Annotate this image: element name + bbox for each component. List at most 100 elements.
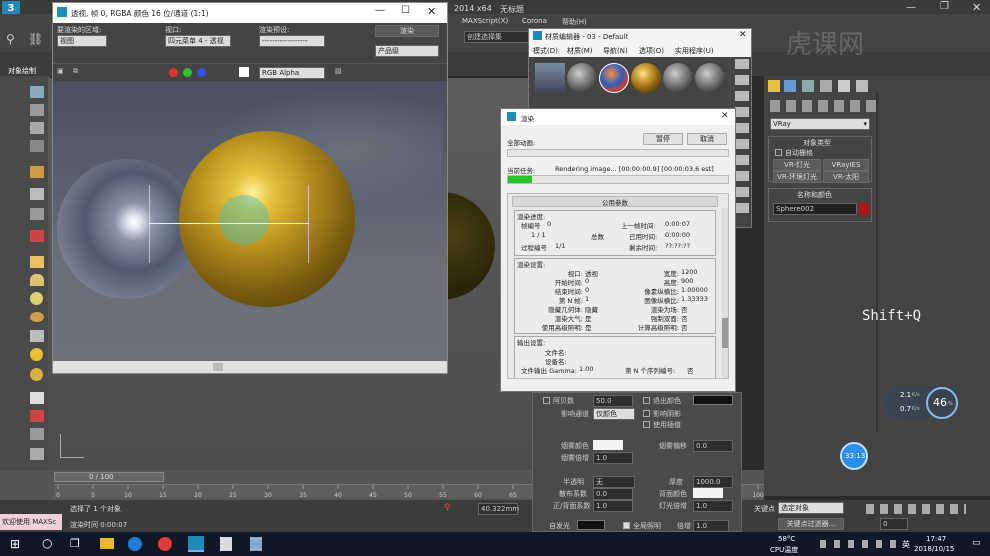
app-taskbar-icon-2[interactable] bbox=[220, 537, 232, 551]
lock-icon[interactable]: ⚲ bbox=[444, 503, 451, 513]
sun-icon[interactable] bbox=[30, 348, 43, 361]
rf-close-icon[interactable]: ✕ bbox=[427, 5, 436, 18]
bg-swatch[interactable] bbox=[239, 67, 249, 77]
params-scroll-thumb[interactable] bbox=[722, 318, 728, 348]
notification-icon[interactable]: ▭ bbox=[972, 538, 981, 548]
tool-icon-2[interactable] bbox=[30, 104, 44, 116]
reflect-checkbox[interactable] bbox=[543, 397, 550, 404]
blue-channel-icon[interactable] bbox=[197, 68, 206, 77]
region-frame[interactable] bbox=[149, 185, 309, 263]
create-tab-icon[interactable] bbox=[768, 80, 780, 92]
hierarchy-tab-icon[interactable] bbox=[802, 80, 814, 92]
params-scrollbar[interactable] bbox=[722, 208, 728, 378]
render-area-dropdown[interactable]: 视图 bbox=[57, 35, 107, 47]
modify-tab-icon[interactable] bbox=[784, 80, 796, 92]
common-params-header[interactable]: 公用参数 bbox=[512, 196, 718, 207]
minimize-icon[interactable]: — bbox=[906, 2, 916, 13]
fog-mult-field[interactable]: 1.0 bbox=[593, 452, 633, 464]
checker-icon[interactable] bbox=[30, 392, 44, 404]
utility-tab-icon[interactable] bbox=[856, 80, 868, 92]
link-icon[interactable]: ⚲ bbox=[6, 32, 15, 46]
3dsmax-taskbar-icon[interactable] bbox=[188, 536, 204, 552]
save-image-icon[interactable]: ▣ bbox=[57, 67, 64, 75]
close-icon[interactable]: ✕ bbox=[972, 1, 981, 14]
current-frame-field[interactable]: 0 bbox=[880, 518, 908, 530]
tray-icons[interactable] bbox=[820, 540, 900, 548]
rf-maximize-icon[interactable]: ☐ bbox=[401, 5, 410, 16]
me-menu-utilities[interactable]: 实用程序(U) bbox=[675, 46, 714, 56]
fb-coef-field[interactable]: 1.0 bbox=[593, 500, 633, 512]
green-channel-icon[interactable] bbox=[183, 68, 192, 77]
me-close-icon[interactable]: ✕ bbox=[739, 30, 747, 40]
cone-icon[interactable] bbox=[30, 274, 44, 286]
exit-color-checkbox[interactable] bbox=[643, 397, 650, 404]
search-icon[interactable]: ○ bbox=[42, 536, 52, 550]
tab-paint[interactable]: 对象绘制 bbox=[8, 66, 36, 76]
gi-checkbox[interactable] bbox=[623, 522, 630, 529]
vr-sun-button[interactable]: VR-太阳 bbox=[823, 171, 869, 183]
app-taskbar-icon-3[interactable] bbox=[250, 537, 262, 551]
fog-bias-field[interactable]: 0.0 bbox=[693, 440, 733, 452]
teapot-icon[interactable] bbox=[30, 448, 44, 460]
viewport-dropdown[interactable]: 四元菜单 4 - 透视 bbox=[165, 35, 231, 47]
auto-grid-checkbox[interactable] bbox=[775, 149, 782, 156]
tool-icon-4[interactable] bbox=[30, 140, 44, 152]
render-button[interactable]: 渲染 bbox=[375, 25, 439, 37]
clock-time[interactable]: 17:47 bbox=[926, 535, 946, 543]
clock-date[interactable]: 2018/10/15 bbox=[914, 545, 954, 553]
key-filter-button[interactable]: 关键点过滤器... bbox=[778, 518, 844, 530]
channel-dropdown[interactable]: RGB Alpha bbox=[259, 67, 325, 79]
restore-icon[interactable]: ❐ bbox=[940, 1, 949, 12]
preset-dropdown[interactable]: ------------------ bbox=[259, 35, 325, 47]
file-explorer-icon[interactable] bbox=[100, 538, 114, 549]
geosphere-icon[interactable] bbox=[30, 368, 43, 381]
material-slot-2[interactable] bbox=[567, 63, 597, 93]
sphere-icon[interactable] bbox=[30, 292, 43, 305]
me-menu-navigation[interactable]: 导航(N) bbox=[603, 46, 628, 56]
tool-icon-1[interactable] bbox=[30, 86, 44, 98]
object-color-swatch[interactable] bbox=[859, 203, 869, 215]
red-channel-icon[interactable] bbox=[169, 68, 178, 77]
light-mult-field[interactable]: 1.0 bbox=[693, 500, 733, 512]
back-color-swatch[interactable] bbox=[693, 488, 723, 498]
box-icon[interactable] bbox=[30, 256, 44, 268]
right-scroll-strip[interactable] bbox=[876, 92, 878, 432]
dumbbell-icon[interactable] bbox=[30, 410, 44, 422]
material-slot-1[interactable] bbox=[535, 63, 565, 93]
key-mode-dropdown[interactable]: 选定对象 bbox=[778, 502, 844, 514]
fog-color-swatch[interactable] bbox=[593, 440, 623, 450]
me-side-icons[interactable] bbox=[735, 59, 749, 219]
time-slider[interactable]: 0 / 100 bbox=[54, 472, 164, 482]
translucency-dropdown[interactable]: 无 bbox=[593, 476, 635, 488]
display-toggle-icon[interactable]: ▤ bbox=[335, 67, 342, 75]
clone-icon[interactable]: ⧉ bbox=[73, 67, 78, 76]
axis-icon[interactable] bbox=[30, 428, 44, 440]
renderer-dropdown[interactable]: VRay ▾ bbox=[770, 118, 870, 130]
task-view-icon[interactable]: ❐ bbox=[70, 537, 80, 550]
menu-help[interactable]: 帮助(H) bbox=[562, 17, 587, 27]
tool-icon-6[interactable] bbox=[30, 188, 44, 200]
object-name-field[interactable]: Sphere002 bbox=[773, 203, 857, 215]
material-slot-6[interactable] bbox=[695, 63, 725, 93]
menu-maxscript[interactable]: MAXScript(X) bbox=[462, 17, 508, 25]
mult-field[interactable]: 1.0 bbox=[693, 520, 729, 532]
browser-icon[interactable] bbox=[158, 537, 172, 551]
x-coord-field[interactable]: 40.322mm bbox=[478, 503, 519, 515]
network-widget[interactable]: 2.1 K/s 0.7 K/s 46 % bbox=[884, 386, 960, 420]
pause-button[interactable]: 暂停 bbox=[643, 133, 683, 145]
display-tab-icon[interactable] bbox=[838, 80, 850, 92]
create-subcat-icons[interactable] bbox=[770, 100, 880, 112]
material-slot-3[interactable] bbox=[599, 63, 629, 93]
name-color-title[interactable]: 名称和颜色 bbox=[797, 190, 832, 200]
vr-ambient-button[interactable]: VR-环境灯光 bbox=[773, 171, 821, 183]
torus-icon[interactable] bbox=[30, 312, 44, 322]
product-dropdown[interactable]: 产品级 bbox=[375, 45, 439, 57]
tool-icon-3[interactable] bbox=[30, 122, 44, 134]
playback-controls[interactable] bbox=[866, 504, 966, 514]
menu-corona[interactable]: Corona bbox=[522, 17, 547, 25]
cancel-button[interactable]: 取消 bbox=[687, 133, 727, 145]
affect-shadow-checkbox[interactable] bbox=[643, 410, 650, 417]
pyramid-icon[interactable] bbox=[30, 330, 44, 342]
windows-start-icon[interactable]: ⊞ bbox=[10, 537, 20, 551]
use-interp-checkbox[interactable] bbox=[643, 421, 650, 428]
